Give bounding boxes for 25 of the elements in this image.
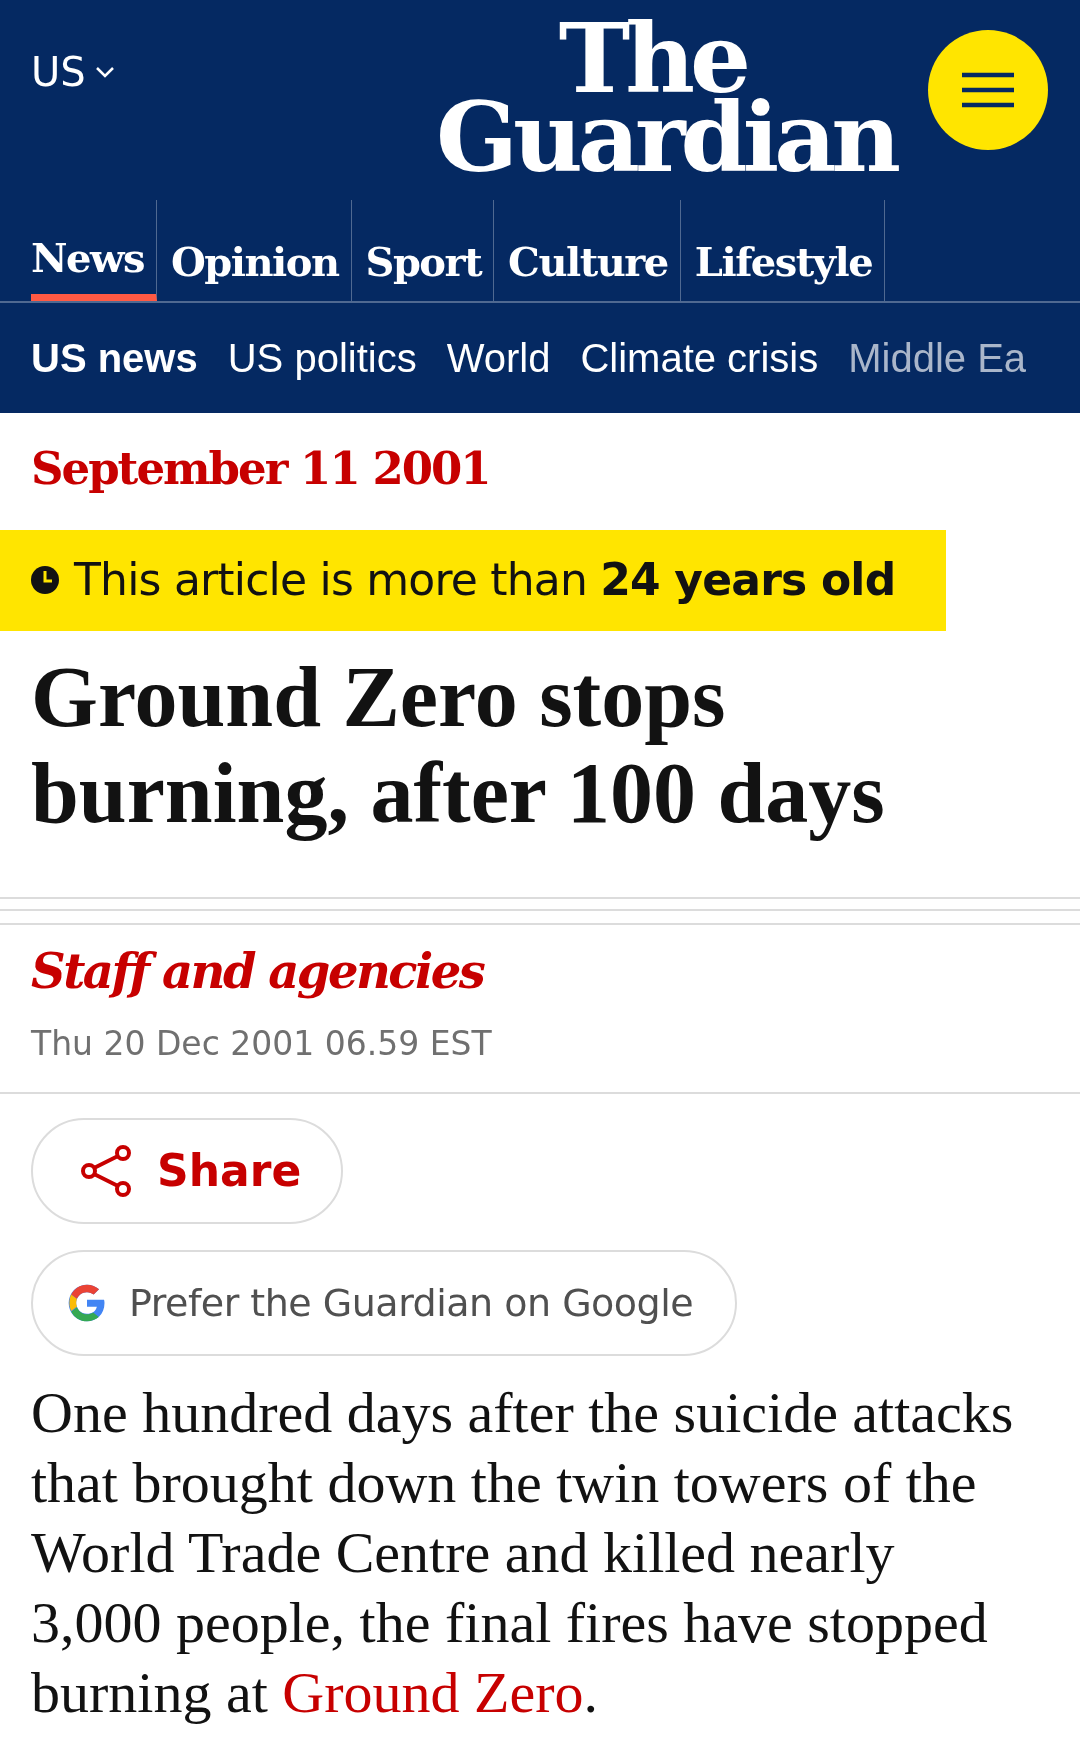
google-icon <box>67 1283 107 1323</box>
nav-tab[interactable]: Lifestyle <box>694 200 886 301</box>
section-link[interactable]: US news <box>31 328 198 388</box>
chevron-down-icon <box>93 65 116 79</box>
article-paragraph: One hundred days after the suicide attacks that brought down the twin towers of the World Trade Centre and killed nearly 3,000 people, the final fires have stopped burning at Ground Zero. <box>30 1379 1015 1727</box>
share-button[interactable]: Share <box>31 1118 343 1224</box>
article-link[interactable]: Ground Zero <box>282 1660 584 1725</box>
section-link[interactable]: US politics <box>227 328 417 388</box>
prefer-google-button[interactable]: Prefer the Guardian on Google <box>31 1250 737 1356</box>
age-warning-text: This article is more than 24 years old <box>74 553 896 607</box>
nav-tab[interactable]: Sport <box>365 200 495 301</box>
section-link[interactable]: Climate crisis <box>580 328 819 388</box>
edition-selector[interactable]: US <box>31 42 116 102</box>
nav-tab[interactable]: Opinion <box>170 200 352 301</box>
nav-tab[interactable]: News <box>31 200 157 301</box>
series-label[interactable]: September 11 2001 <box>0 413 1080 503</box>
section-link[interactable]: Middle Ea <box>848 328 1027 388</box>
article-headline: Ground Zero stops burning, after 100 days <box>30 647 886 841</box>
nav-tab[interactable]: Culture <box>508 200 681 301</box>
publish-date: Thu 20 Dec 2001 06.59 EST <box>30 1022 493 1065</box>
share-icon <box>79 1144 133 1198</box>
byline-link[interactable]: Staff and agencies <box>0 924 1080 1007</box>
clock-icon <box>30 565 60 595</box>
section-link[interactable]: World <box>446 328 551 388</box>
menu-icon <box>962 72 1014 108</box>
